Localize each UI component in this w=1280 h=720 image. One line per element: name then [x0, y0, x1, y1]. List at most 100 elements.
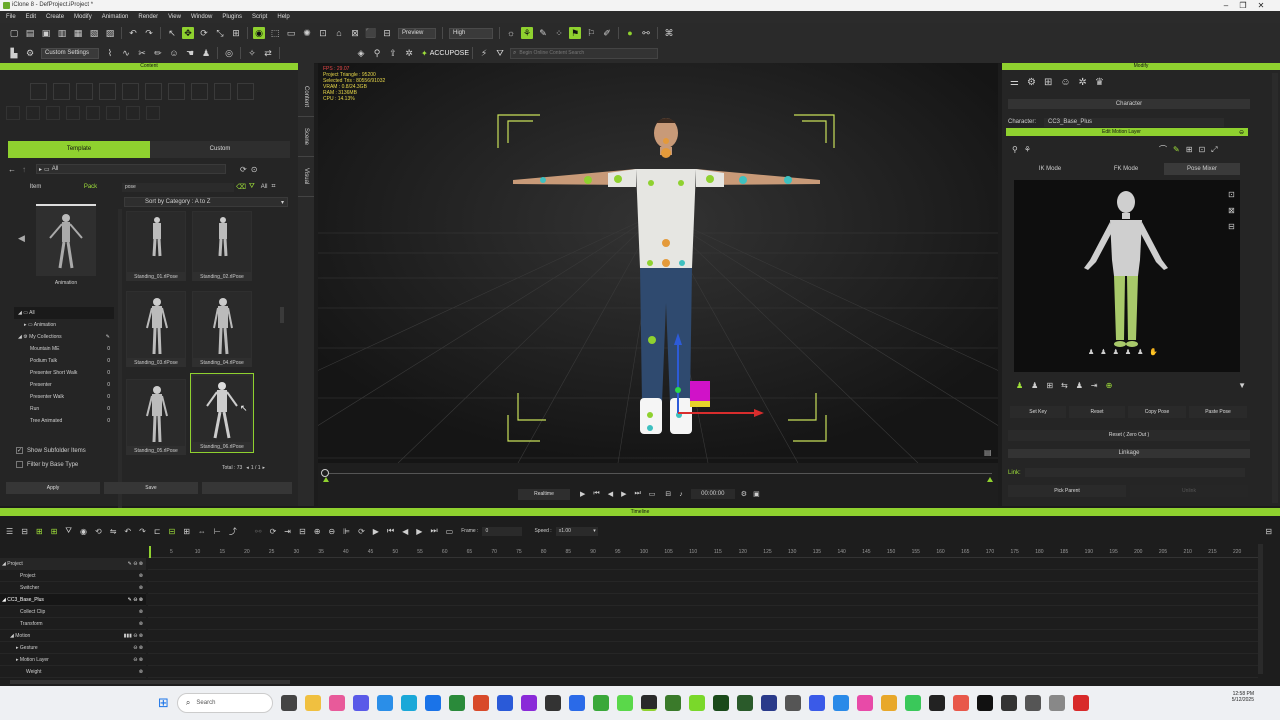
chevron-down-icon[interactable]: ▼ — [1238, 381, 1246, 390]
next-frame-icon[interactable]: ▶ — [416, 527, 422, 536]
track-transform[interactable]: Transform ⊗ — [0, 618, 146, 630]
word-icon[interactable] — [496, 695, 513, 711]
track-tools-icon[interactable]: ✎ ⊖ ⊗ — [128, 558, 143, 570]
app-green-icon[interactable] — [616, 695, 633, 711]
eye-icon[interactable]: ◉ — [80, 527, 87, 536]
preview-select[interactable]: Preview — [398, 27, 436, 39]
snap-icon[interactable]: ⊢ — [214, 527, 221, 536]
path-breadcrumb[interactable]: ▸ ▭ All — [36, 164, 226, 174]
subcategory-icon[interactable] — [86, 106, 100, 120]
outlook-icon[interactable] — [424, 695, 441, 711]
library-icon[interactable]: ▨ — [104, 27, 116, 39]
powerpoint-icon[interactable] — [472, 695, 489, 711]
content-item[interactable]: Standing_04.rlPose — [192, 291, 252, 367]
category-icon[interactable] — [191, 83, 208, 100]
time-slider-handle[interactable] — [321, 469, 329, 477]
taskbar-search[interactable]: ⌕ Search — [176, 693, 273, 713]
clear-search-icon[interactable]: ⌫ — [236, 183, 246, 191]
time-display[interactable]: 00:00:00 — [690, 489, 735, 499]
gear-icon[interactable]: ✲ — [403, 47, 415, 59]
track-toggle-icon[interactable]: ⊖ ⊗ — [133, 642, 143, 654]
collapse-icon[interactable]: ⊖ — [1239, 129, 1244, 136]
tab-fk-mode[interactable]: FK Mode — [1088, 163, 1164, 175]
filter-icon[interactable]: ⛛ — [65, 526, 72, 536]
set-key-button[interactable]: Set Key — [1010, 406, 1066, 418]
save-icon[interactable]: ▣ — [40, 27, 52, 39]
all-filter-label[interactable]: All — [261, 184, 268, 190]
track-toggle-icon[interactable]: ⊗ — [139, 570, 143, 582]
refresh-icon[interactable]: ⟳ — [358, 527, 365, 536]
track-toggle-icon[interactable]: ⊗ — [139, 606, 143, 618]
3d-viewport[interactable]: FPS : 29.07 Project Triangle : 95200 Sel… — [318, 63, 998, 463]
clock[interactable]: 12:58 PM 5/12/2025 — [1222, 691, 1254, 703]
figure-icon[interactable]: ☺ — [168, 47, 180, 59]
timeline-scrollbar[interactable] — [1258, 544, 1263, 674]
paste-pose-button[interactable]: Paste Pose — [1189, 406, 1247, 418]
playhead[interactable] — [149, 546, 151, 558]
frame-input[interactable]: 0 — [482, 526, 523, 536]
tab-pose-mixer[interactable]: Pose Mixer — [1164, 163, 1240, 175]
refresh-icon[interactable]: ⟳ — [240, 165, 247, 174]
menu-render[interactable]: Render — [138, 14, 158, 20]
first-frame-icon[interactable]: ⏮ — [387, 526, 394, 536]
next-page-icon[interactable]: ▸ — [263, 465, 266, 471]
grid-toggle-icon[interactable]: ▙ — [8, 47, 20, 59]
grid-scrollbar-thumb[interactable] — [280, 307, 284, 323]
subcategory-icon[interactable] — [6, 106, 20, 120]
settings-gear-icon[interactable]: ⚙ — [741, 490, 747, 498]
copy-left-icon[interactable]: ♟ — [1076, 381, 1083, 390]
prev-frame-icon[interactable]: ◀ — [608, 490, 613, 498]
accupose-button[interactable]: ✦ ACCUPOSE — [421, 49, 469, 58]
track-collect-clip[interactable]: Collect Clip ⊗ — [0, 606, 146, 618]
close-button[interactable]: ✕ — [1254, 1, 1268, 10]
character-creator-icon[interactable] — [664, 695, 681, 711]
windows-start-icon[interactable]: ⊞ — [158, 695, 169, 711]
redo-icon[interactable]: ↷ — [139, 527, 146, 536]
zoom-in-icon[interactable]: ⊕ — [314, 527, 321, 536]
menu-edit[interactable]: Edit — [26, 14, 36, 20]
tab-template[interactable]: Template — [8, 141, 150, 158]
options-icon[interactable]: ⊙ — [251, 165, 258, 174]
menu-script[interactable]: Script — [252, 14, 267, 20]
sliders-icon[interactable]: ⚌ — [1010, 77, 1019, 88]
menu-window[interactable]: Window — [191, 14, 212, 20]
sculpt-icon[interactable]: ✧ — [246, 47, 258, 59]
track-tools-icon[interactable]: ✎ ⊖ ⊗ — [128, 594, 143, 606]
app-icon[interactable] — [856, 695, 873, 711]
gear-icon[interactable]: ✲ — [1079, 77, 1087, 88]
subcategory-icon[interactable] — [126, 106, 140, 120]
figure-icon[interactable]: ♟ — [1031, 381, 1038, 390]
iclone-icon[interactable] — [640, 695, 657, 711]
curve-icon[interactable]: ⤴ — [229, 526, 237, 537]
back-arrow-icon[interactable]: ← — [8, 165, 16, 174]
teams-icon[interactable] — [352, 695, 369, 711]
content-item[interactable]: Standing_03.rlPose — [126, 291, 186, 367]
menu-file[interactable]: File — [6, 14, 16, 20]
category-icon[interactable] — [168, 83, 185, 100]
brush-icon[interactable]: ✎ — [1173, 145, 1180, 154]
morph-icon[interactable]: ◈ — [355, 47, 367, 59]
full-body-icon[interactable]: ♟ — [1088, 348, 1094, 356]
last-frame-icon[interactable]: ⏭ — [634, 490, 640, 498]
loop-mode-icon[interactable]: ▭ — [446, 527, 454, 536]
track-switcher[interactable]: Switcher ⊗ — [0, 582, 146, 594]
attach-icon[interactable]: ⚲ — [371, 47, 383, 59]
realtime-select[interactable]: Realtime — [518, 488, 570, 500]
minimize-button[interactable]: – — [1219, 1, 1233, 10]
knife-icon[interactable]: ✂ — [136, 47, 148, 59]
hand-icon[interactable]: ☚ — [184, 47, 196, 59]
render-icon[interactable]: ▧ — [88, 27, 100, 39]
tree-item-collection[interactable]: Tree Animated 0 — [14, 415, 114, 427]
view-front-icon[interactable]: ⊡ — [1228, 187, 1235, 203]
side-tab-content[interactable]: Content — [298, 77, 314, 117]
prev-arrow-icon[interactable]: ◀ — [18, 233, 25, 244]
subcategory-icon[interactable] — [46, 106, 60, 120]
category-icon[interactable] — [214, 83, 231, 100]
copy-pose-button[interactable]: Copy Pose — [1128, 406, 1186, 418]
flag-icon[interactable]: ⚐ — [585, 27, 597, 39]
animation-icon[interactable]: ⚙ — [1027, 77, 1036, 88]
lower-body-icon[interactable]: ♟ — [1113, 348, 1119, 356]
viewport-menu-icon[interactable]: ▤ — [984, 448, 992, 457]
green-dot-icon[interactable]: ● — [624, 27, 636, 39]
light-bulb-icon[interactable]: ☼ — [505, 27, 517, 39]
